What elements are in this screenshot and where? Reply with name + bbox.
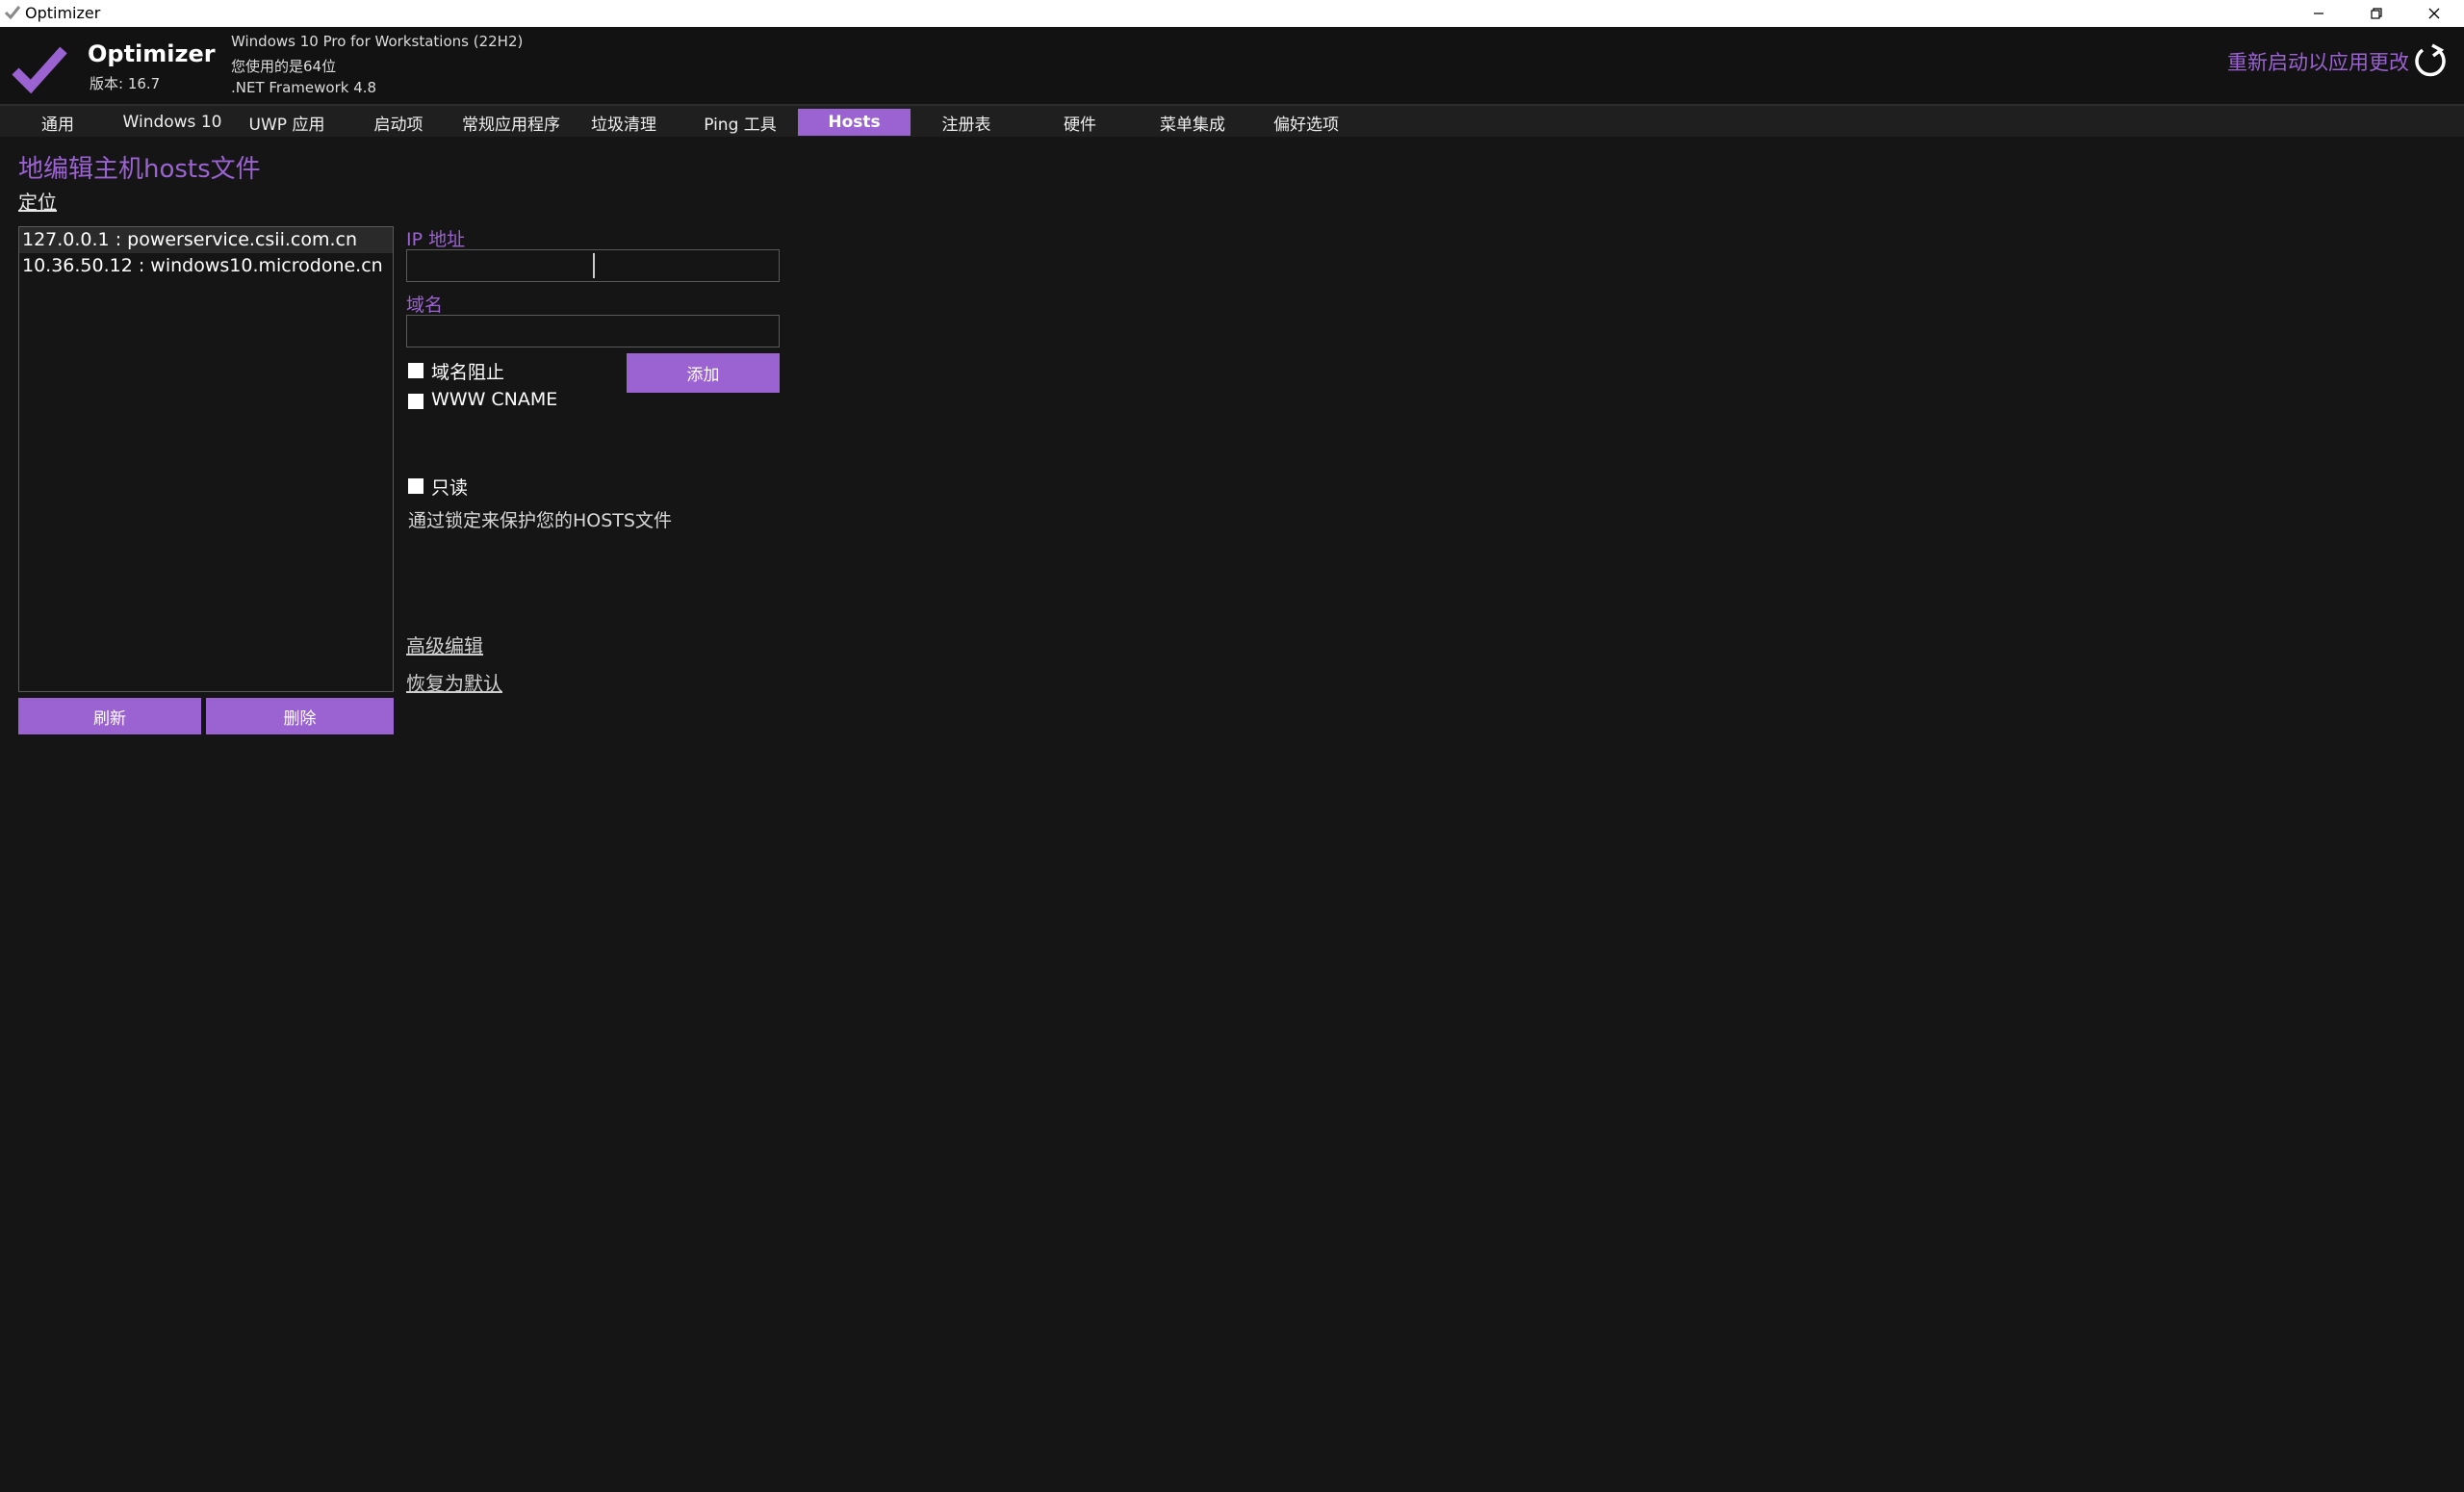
domain-input[interactable] [406,315,780,347]
tab-menu-integration[interactable]: 菜单集成 [1151,109,1234,136]
tab-hardware[interactable]: 硬件 [1045,109,1115,136]
logo-check-icon [12,46,67,94]
readonly-checkbox[interactable] [408,478,424,494]
tab-uwp-apps[interactable]: UWP 应用 [241,109,333,136]
app-header: Optimizer 版本: 16.7 Windows 10 Pro for Wo… [0,27,2464,104]
tab-registry[interactable]: 注册表 [932,109,1001,136]
tab-hosts[interactable]: Hosts [798,109,911,136]
window-title: Optimizer [25,4,101,22]
tab-preferences[interactable]: 偏好选项 [1265,109,1348,136]
block-domain-label: 域名阻止 [431,362,505,383]
tab-common-apps[interactable]: 常规应用程序 [452,109,570,136]
os-info: Windows 10 Pro for Workstations (22H2) [231,33,524,50]
window-titlebar: Optimizer [0,0,2464,27]
minimize-button[interactable] [2291,0,2347,27]
tab-general[interactable]: 通用 [23,109,92,136]
arch-info: 您使用的是64位 [231,58,337,75]
restart-to-apply-link[interactable]: 重新启动以应用更改 [2227,47,2409,76]
www-cname-checkbox[interactable] [408,394,424,409]
delete-button[interactable]: 删除 [206,698,394,734]
list-item[interactable]: 127.0.0.1 : powerservice.csii.com.cn [19,227,393,253]
app-name: Optimizer [88,40,216,67]
domain-label: 域名 [406,295,444,316]
block-domain-checkbox[interactable] [408,363,424,378]
list-item[interactable]: 10.36.50.12 : windows10.microdone.cn [19,253,393,279]
app-version: 版本: 16.7 [90,75,161,92]
readonly-label: 只读 [431,477,469,499]
tab-bar: 通用 Windows 10 UWP 应用 启动项 常规应用程序 垃圾清理 Pin… [0,104,2464,137]
tab-windows10[interactable]: Windows 10 [121,109,223,136]
www-cname-label: WWW CNAME [431,389,558,410]
add-button[interactable]: 添加 [627,353,780,393]
locate-link[interactable]: 定位 [18,187,57,215]
minimize-icon [2314,13,2323,14]
restore-default-link[interactable]: 恢复为默认 [406,668,502,696]
app-check-icon [4,6,21,20]
refresh-button[interactable]: 刷新 [18,698,201,734]
page-title: 地编辑主机hosts文件 [18,155,261,184]
restore-button[interactable] [2348,0,2404,27]
ip-address-label: IP 地址 [406,229,466,250]
tab-cleaner[interactable]: 垃圾清理 [583,109,664,136]
readonly-description: 通过锁定来保护您的HOSTS文件 [408,510,672,531]
close-button[interactable] [2406,0,2462,27]
hosts-list[interactable]: 127.0.0.1 : powerservice.csii.com.cn 10.… [18,226,394,692]
text-caret [593,253,595,278]
restore-icon [2371,8,2382,19]
tab-startup[interactable]: 启动项 [364,109,433,136]
restart-icon[interactable] [2411,42,2450,81]
tab-ping-tool[interactable]: Ping 工具 [697,109,783,136]
advanced-edit-link[interactable]: 高级编辑 [406,630,483,658]
close-icon [2428,8,2440,19]
framework-info: .NET Framework 4.8 [231,79,377,96]
